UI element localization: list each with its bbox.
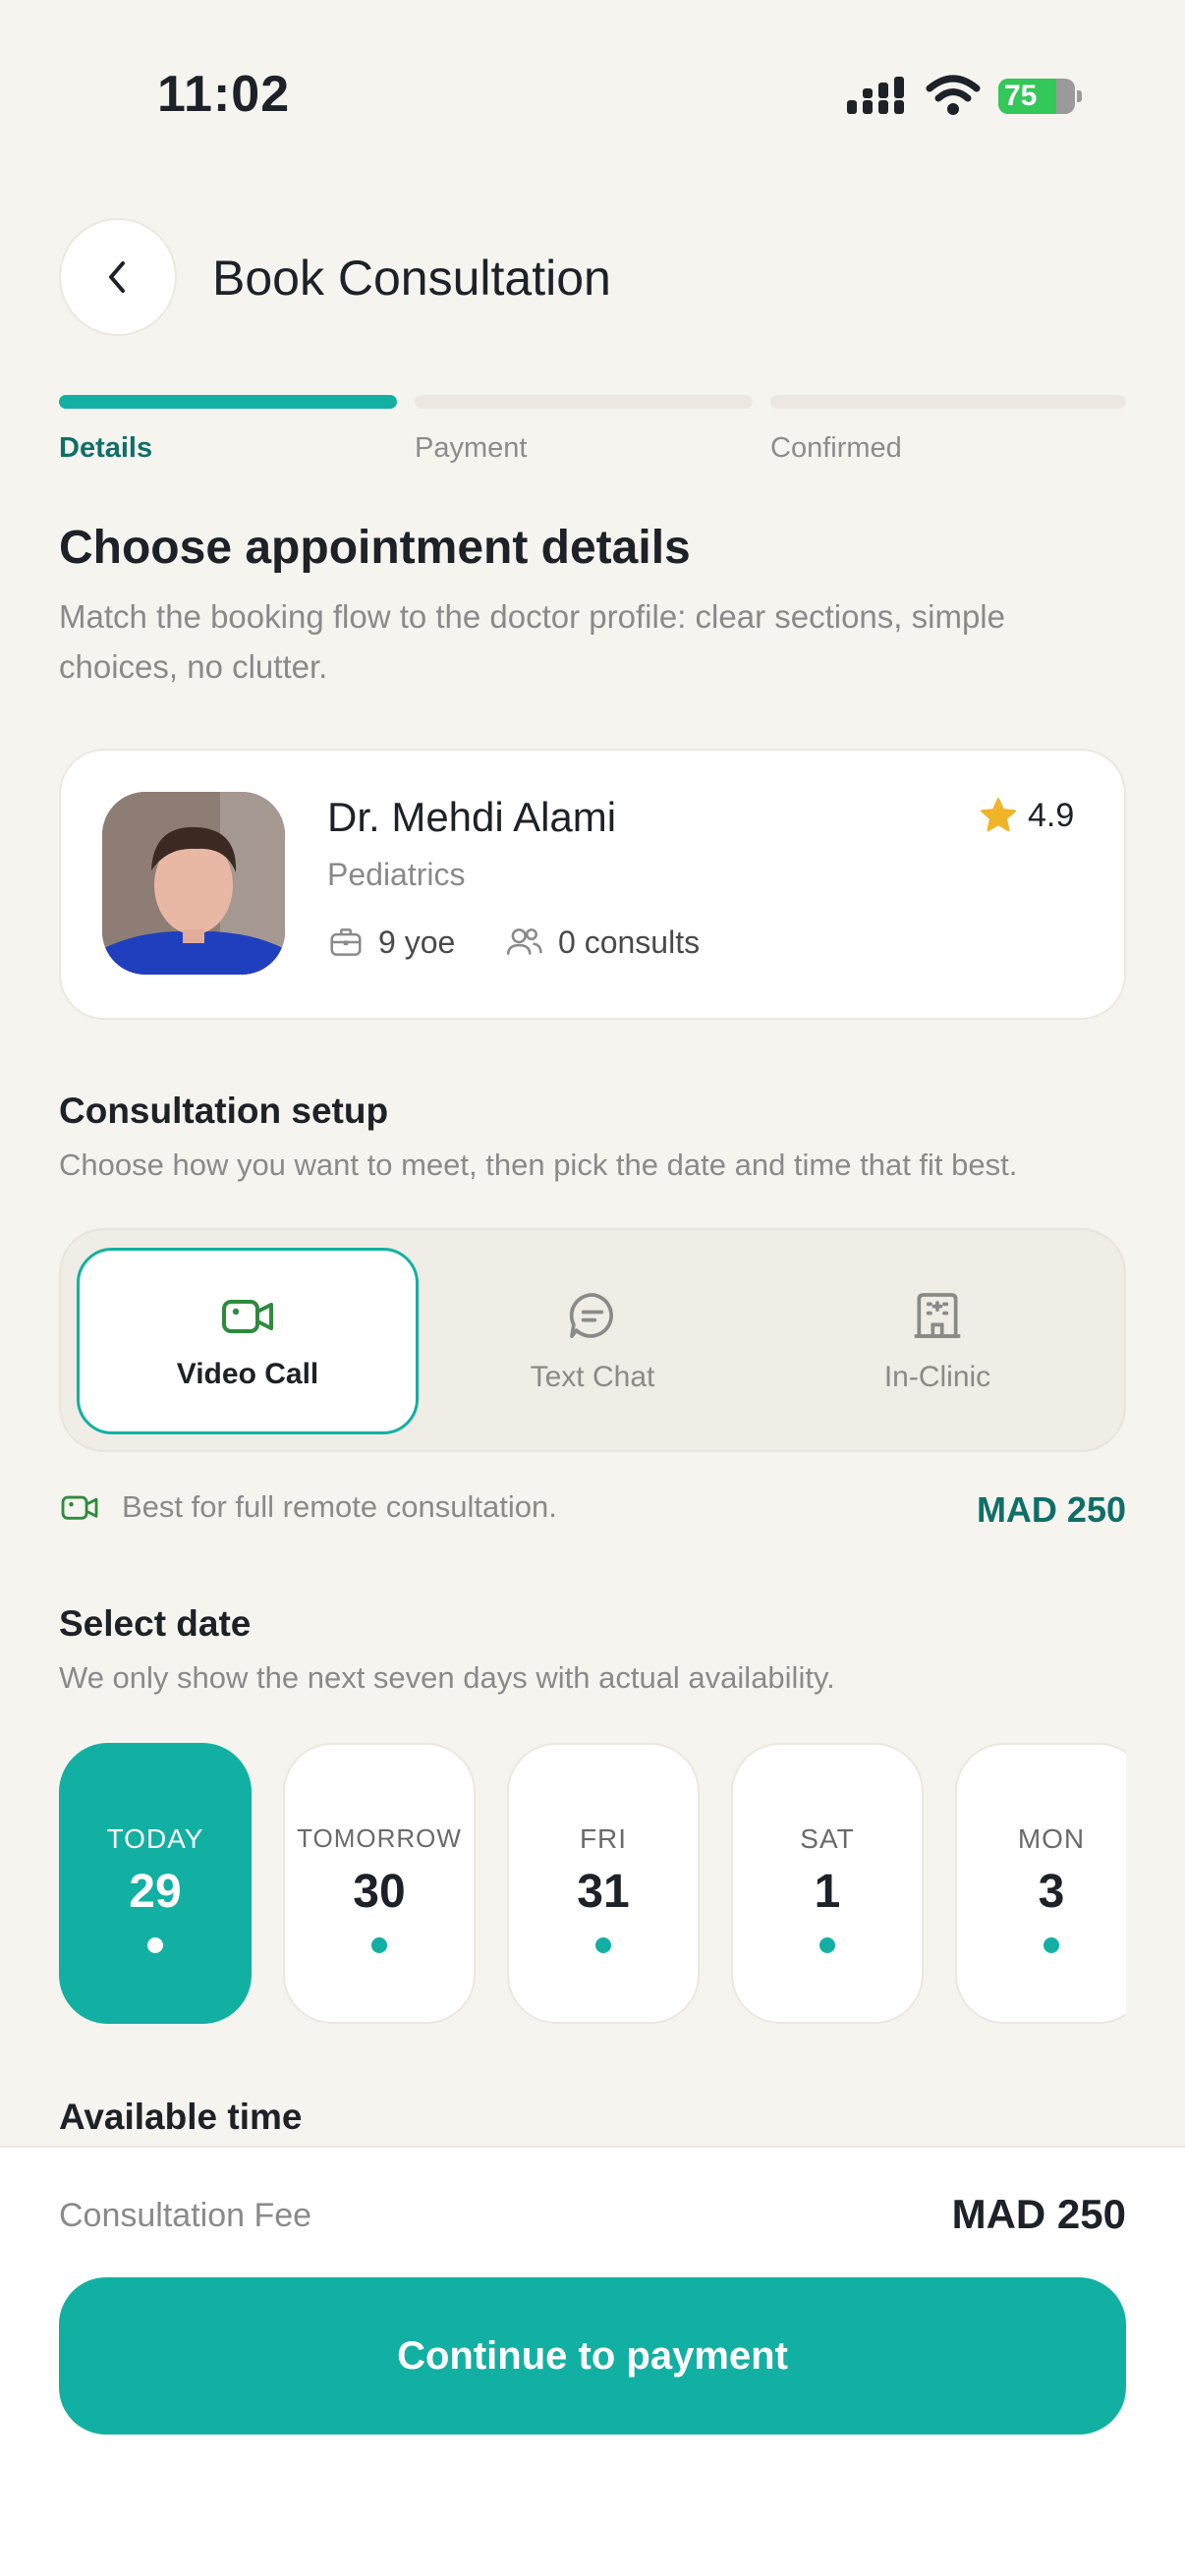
step-label-confirmed: Confirmed — [770, 432, 902, 464]
consultation-type-note: Best for full remote consultation. — [59, 1489, 557, 1525]
date-chip-sat[interactable]: SAT 1 — [731, 1743, 924, 2024]
date-chip-mon[interactable]: MON 3 — [955, 1743, 1126, 2024]
date-day: 30 — [353, 1866, 406, 1918]
doctor-name: Dr. Mehdi Alami — [327, 794, 617, 840]
chevron-left-icon — [109, 261, 125, 293]
date-chip-fri[interactable]: FRI 31 — [507, 1743, 700, 2024]
fee-value: MAD 250 — [951, 2191, 1126, 2237]
date-weekday: TODAY — [106, 1823, 204, 1854]
building-icon — [914, 1293, 961, 1338]
type-label: Text Chat — [530, 1361, 655, 1393]
experience-text: 9 yoe — [378, 924, 456, 960]
availability-dot — [595, 1937, 611, 1953]
doctor-consults: 0 consults — [503, 924, 700, 961]
date-weekday: SAT — [800, 1823, 855, 1854]
date-day: 3 — [1038, 1866, 1065, 1918]
type-label: Video Call — [176, 1358, 319, 1390]
date-day: 1 — [814, 1866, 841, 1918]
page-title: Book Consultation — [212, 251, 611, 306]
briefcase-icon — [330, 928, 362, 956]
date-picker: TODAY 29 TOMORROW 30 FRI 31 SAT 1 MON 3 — [59, 1741, 1126, 2026]
doctor-experience: 9 yoe — [327, 924, 455, 961]
availability-dot — [371, 1937, 387, 1953]
consults-text: 0 consults — [558, 924, 701, 960]
step-bar-payment — [415, 395, 753, 409]
setup-subtitle: Choose how you want to meet, then pick t… — [59, 1148, 1018, 1182]
step-label-details: Details — [59, 432, 153, 464]
date-day: 29 — [129, 1866, 182, 1918]
type-option-text-chat[interactable]: Text Chat — [422, 1248, 763, 1434]
battery-indicator: 75 — [998, 79, 1083, 114]
continue-to-payment-button[interactable]: Continue to payment — [59, 2277, 1126, 2435]
video-camera-icon — [222, 1300, 273, 1333]
status-time: 11:02 — [157, 66, 291, 123]
time-title: Available time — [59, 2097, 303, 2137]
cellular-signal-icon — [847, 77, 904, 114]
date-chip-tomorrow[interactable]: TOMORROW 30 — [283, 1743, 476, 2024]
section-subtitle: Match the booking flow to the doctor pro… — [59, 598, 1005, 685]
doctor-rating: 4.9 — [979, 796, 1074, 835]
wifi-icon — [926, 75, 981, 115]
users-icon — [506, 928, 542, 955]
chat-bubble-icon — [569, 1293, 613, 1338]
date-day: 31 — [577, 1866, 630, 1918]
date-weekday: FRI — [579, 1823, 628, 1854]
back-button[interactable] — [59, 218, 177, 336]
step-bar-details — [59, 395, 397, 409]
note-text: Best for full remote consultation. — [122, 1489, 557, 1524]
consultation-type-price: MAD 250 — [976, 1489, 1126, 1530]
star-icon — [981, 798, 1016, 832]
type-option-in-clinic[interactable]: In-Clinic — [766, 1248, 1108, 1434]
rating-value: 4.9 — [1028, 796, 1075, 834]
date-weekday: TOMORROW — [297, 1823, 462, 1853]
type-option-video-call[interactable]: Video Call — [77, 1248, 419, 1434]
availability-dot — [1044, 1937, 1059, 1953]
section-heading: Choose appointment details — [59, 522, 691, 574]
video-camera-icon — [61, 1495, 98, 1520]
doctor-avatar — [102, 792, 285, 975]
step-bar-confirmed — [770, 395, 1126, 409]
step-label-payment: Payment — [415, 432, 528, 464]
date-title: Select date — [59, 1603, 252, 1644]
setup-title: Consultation setup — [59, 1091, 389, 1131]
date-subtitle: We only show the next seven days with ac… — [59, 1660, 835, 1695]
type-label: In-Clinic — [883, 1361, 991, 1393]
date-chip-today[interactable]: TODAY 29 — [59, 1743, 252, 2024]
availability-dot — [147, 1937, 163, 1953]
date-weekday: MON — [1017, 1823, 1086, 1854]
doctor-specialty: Pediatrics — [327, 857, 466, 892]
battery-percent: 75 — [1004, 80, 1038, 112]
availability-dot — [819, 1937, 835, 1953]
fee-label: Consultation Fee — [59, 2197, 312, 2234]
